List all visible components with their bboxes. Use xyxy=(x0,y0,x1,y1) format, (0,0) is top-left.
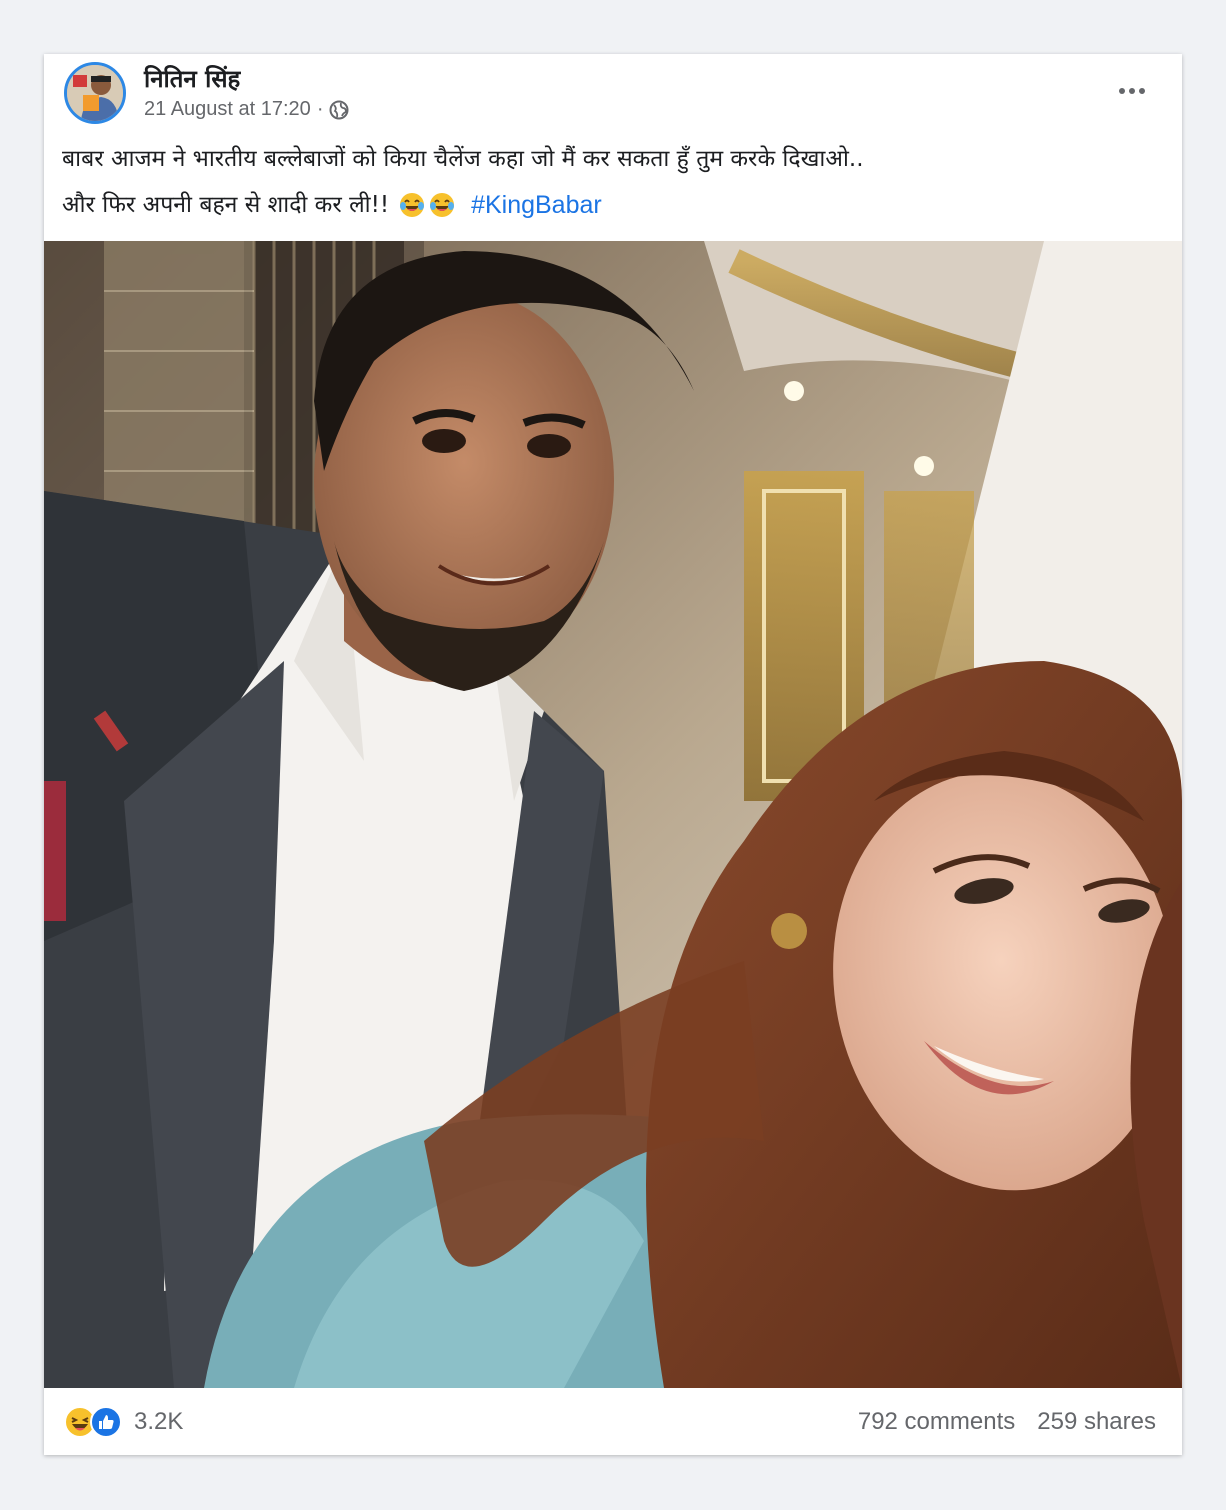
more-options-icon[interactable] xyxy=(1112,78,1152,104)
engagement-stats: 792 comments 259 shares xyxy=(858,1408,1156,1436)
post-photo[interactable] xyxy=(44,241,1182,1388)
hashtag-link[interactable]: #KingBabar xyxy=(471,190,602,220)
post-meta: 21 August at 17:20 · xyxy=(144,98,349,121)
post-footer: 3.2K 792 comments 259 shares xyxy=(44,1388,1182,1455)
reactions-summary[interactable]: 3.2K xyxy=(64,1406,183,1438)
post-timestamp[interactable]: 21 August at 17:20 xyxy=(144,98,311,121)
author-name[interactable]: नितिन सिंह xyxy=(144,62,240,95)
author-avatar[interactable] xyxy=(64,62,126,124)
like-reaction-icon xyxy=(90,1406,122,1438)
selfie-image xyxy=(44,241,1182,1388)
laughing-tears-emoji xyxy=(400,193,425,217)
post-text-line2: और फिर अपनी बहन से शादी कर ली!! xyxy=(62,192,390,218)
laughing-tears-emoji xyxy=(430,193,455,217)
globe-icon xyxy=(329,100,349,120)
reaction-count: 3.2K xyxy=(134,1408,184,1435)
comments-count[interactable]: 792 comments xyxy=(858,1408,1015,1436)
post-card: नितिन सिंह 21 August at 17:20 · बाबर आजम… xyxy=(44,54,1182,1455)
avatar-photo xyxy=(67,65,123,121)
shares-count[interactable]: 259 shares xyxy=(1037,1408,1156,1436)
post-text-line2-row: और फिर अपनी बहन से शादी कर ली!! #KingBab… xyxy=(62,190,1162,220)
post-text-line1: बाबर आजम ने भारतीय बल्लेबाजों को किया चै… xyxy=(62,146,864,172)
meta-separator: · xyxy=(316,98,324,120)
